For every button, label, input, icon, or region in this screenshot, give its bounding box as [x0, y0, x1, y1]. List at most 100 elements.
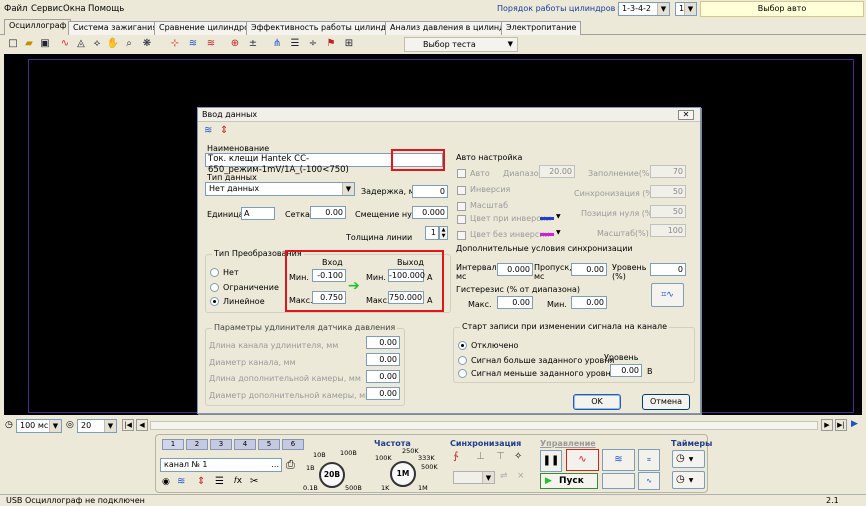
- timer-2-button[interactable]: ◷ ▼: [672, 471, 705, 489]
- prev-icon[interactable]: ◀: [136, 419, 148, 431]
- channels-icon[interactable]: ⋔: [270, 37, 284, 51]
- channel-button-5[interactable]: 5: [258, 439, 280, 450]
- tab-ignition[interactable]: Система зажигания: [68, 21, 163, 35]
- test-select[interactable]: Выбор теста ▼: [404, 37, 518, 52]
- range-input[interactable]: 20.00: [539, 165, 575, 178]
- grid-input[interactable]: 0.00: [310, 206, 346, 219]
- tab-pressure[interactable]: Анализ давления в цилиндре: [385, 21, 520, 35]
- line-width-spinner[interactable]: ▲ ▼: [439, 226, 448, 240]
- interval-input[interactable]: 0.000: [497, 263, 533, 276]
- sync-pct-input[interactable]: 50: [650, 185, 686, 198]
- out-min-input[interactable]: -100.000: [388, 269, 425, 282]
- wave-icon[interactable]: ≋: [204, 125, 212, 136]
- sync-graph-button[interactable]: ⌗∿: [651, 283, 684, 307]
- menu-windows[interactable]: Окна: [63, 4, 86, 14]
- channel-updown-icon[interactable]: ⇕: [197, 476, 205, 487]
- cancel-button[interactable]: Отмена: [642, 394, 690, 410]
- sync-auto-icon[interactable]: ✧: [514, 451, 522, 462]
- sync-level-icon[interactable]: ⊤: [496, 451, 505, 462]
- first-icon[interactable]: |◀: [122, 419, 134, 431]
- flag-icon[interactable]: ⚑: [324, 37, 338, 51]
- channel-button-2[interactable]: 2: [186, 439, 208, 450]
- eye-icon[interactable]: ◉: [162, 477, 170, 487]
- hand-icon[interactable]: ✋: [106, 37, 120, 51]
- menu-service[interactable]: Сервис: [31, 4, 63, 14]
- hyst-min-input[interactable]: 0.00: [571, 296, 607, 309]
- tab-power[interactable]: Электропитание: [501, 21, 582, 35]
- timebase-select[interactable]: 100 мс ▼: [16, 419, 62, 433]
- stop-button[interactable]: [602, 473, 635, 489]
- tab-cylinder-compare[interactable]: Сравнение цилиндров: [154, 21, 259, 35]
- new-file-icon[interactable]: □: [6, 37, 20, 51]
- count-select[interactable]: 20 ▼: [77, 419, 117, 433]
- channel-button-6[interactable]: 6: [282, 439, 304, 450]
- printer-icon[interactable]: ⎙: [286, 458, 295, 472]
- unit-input[interactable]: A: [241, 207, 275, 220]
- auto-select-button[interactable]: Выбор авто: [700, 1, 864, 17]
- noinverse-color-swatch[interactable]: [540, 233, 554, 236]
- skip-input[interactable]: 0.00: [571, 263, 607, 276]
- ext-row-3-input[interactable]: 0.00: [366, 387, 400, 400]
- function-icon[interactable]: 𝑓x: [234, 476, 242, 486]
- sync-level-input[interactable]: 0: [650, 263, 686, 276]
- start-button[interactable]: ▶ Пуск: [540, 473, 598, 489]
- ext-row-1-input[interactable]: 0.00: [366, 353, 400, 366]
- out-max-input[interactable]: 750.000: [388, 291, 424, 304]
- frequency-knob[interactable]: 1М: [390, 461, 416, 487]
- color-noinverse-checkbox[interactable]: [457, 231, 466, 240]
- channel-button-1[interactable]: 1: [162, 439, 184, 450]
- filter-icon[interactable]: ❋: [140, 37, 154, 51]
- cylinder-count-select[interactable]: 1 ▼: [675, 2, 697, 16]
- scale-icon[interactable]: ⊹: [168, 37, 182, 51]
- trigger-icon[interactable]: ⊕: [228, 37, 242, 51]
- sync-rise-icon[interactable]: ∱: [453, 451, 458, 462]
- last-icon[interactable]: ▶|: [835, 419, 847, 431]
- menu-help[interactable]: Помощь: [88, 4, 124, 14]
- split-icon[interactable]: ÷: [306, 37, 320, 51]
- next-icon[interactable]: ▶: [821, 419, 833, 431]
- invert-checkbox[interactable]: [457, 186, 466, 195]
- channel-wave-icon[interactable]: ≋: [177, 476, 185, 487]
- play-icon[interactable]: ▶: [851, 419, 858, 429]
- auto-checkbox[interactable]: [457, 169, 466, 178]
- zoom-icon[interactable]: ⌕: [122, 37, 136, 51]
- scale-checkbox[interactable]: [457, 202, 466, 211]
- auto-wave-button[interactable]: ⌗: [638, 449, 660, 471]
- in-min-input[interactable]: -0.100: [312, 269, 346, 282]
- line-width-input[interactable]: 1: [425, 226, 439, 240]
- scroll-track[interactable]: [150, 421, 818, 430]
- zero-icon[interactable]: ±: [246, 37, 260, 51]
- auto-sync-button[interactable]: ∿: [638, 472, 660, 490]
- waveform-icon[interactable]: ∿: [58, 37, 72, 51]
- cylinder-order-select[interactable]: 1-3-4-2 ▼: [618, 2, 670, 16]
- sync-fall-icon[interactable]: ⊥: [476, 451, 485, 462]
- menu-file[interactable]: Файл: [4, 4, 27, 14]
- list-icon[interactable]: ☰: [288, 37, 302, 51]
- noinverse-color-dropdown-icon[interactable]: ▼: [556, 229, 561, 236]
- conv-linear-radio[interactable]: [210, 297, 219, 306]
- wave-blue-icon[interactable]: ≋: [186, 37, 200, 51]
- tab-cylinder-efficiency[interactable]: Эффективность работы цилиндров: [246, 21, 406, 35]
- scale-pct-input[interactable]: 100: [650, 224, 686, 237]
- delay-input[interactable]: 0: [412, 185, 448, 198]
- single-wave-button[interactable]: ∿: [566, 449, 599, 471]
- channel-button-3[interactable]: 3: [210, 439, 232, 450]
- inverse-color-swatch[interactable]: [540, 217, 554, 220]
- color-inverse-checkbox[interactable]: [457, 215, 466, 224]
- multi-wave-button[interactable]: ≋: [602, 449, 635, 471]
- record-off-radio[interactable]: [458, 341, 467, 350]
- ext-row-2-input[interactable]: 0.00: [366, 370, 400, 383]
- pause-button[interactable]: ❚❚: [540, 450, 562, 472]
- hyst-max-input[interactable]: 0.00: [497, 296, 533, 309]
- inverse-color-dropdown-icon[interactable]: ▼: [556, 213, 561, 220]
- in-max-input[interactable]: 0.750: [312, 291, 346, 304]
- sync-arrow-icon[interactable]: ⇌: [500, 471, 508, 481]
- record-level-input[interactable]: 0.00: [610, 364, 642, 377]
- cursor-icon[interactable]: ◬: [74, 37, 88, 51]
- open-folder-icon[interactable]: ▰: [22, 37, 36, 51]
- sync-x-icon[interactable]: ⨯: [517, 471, 525, 481]
- tools-icon[interactable]: ✂: [250, 476, 258, 487]
- voltage-knob[interactable]: 20В: [319, 462, 345, 488]
- fill-input[interactable]: 70: [650, 165, 686, 178]
- wave-red-icon[interactable]: ≋: [204, 37, 218, 51]
